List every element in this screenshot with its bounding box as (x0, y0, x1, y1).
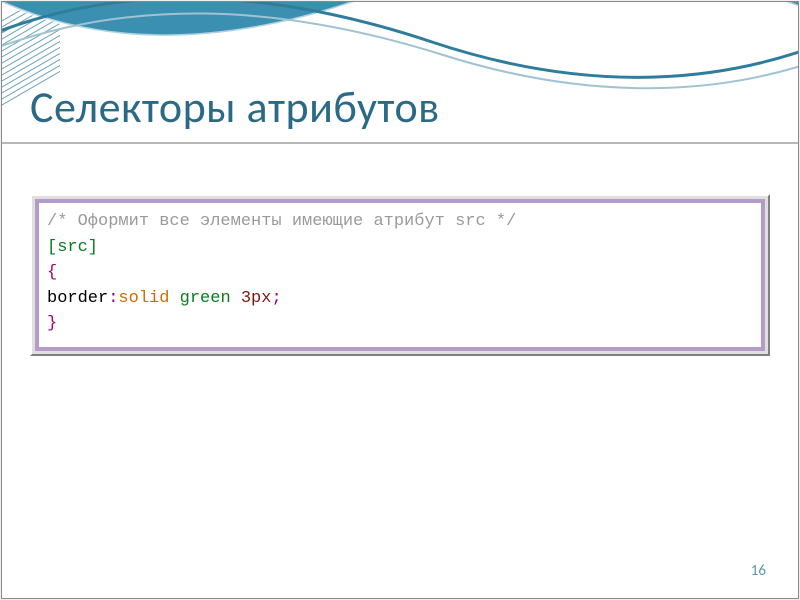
code-property: border (47, 289, 108, 308)
code-comment: /* Оформит все элементы имеющие атрибут … (47, 212, 516, 231)
title-underline (2, 142, 798, 144)
code-value-size: 3px (241, 289, 272, 308)
code-value-color: green (180, 289, 231, 308)
code-brace-close: } (47, 314, 57, 333)
page-number: 16 (751, 562, 766, 580)
code-value-keyword: solid (118, 289, 169, 308)
code-semicolon: ; (271, 289, 281, 308)
slide-title: Селекторы атрибутов (30, 80, 440, 134)
code-colon: : (108, 289, 118, 308)
code-brace-open: { (47, 263, 57, 282)
slide: Селекторы атрибутов /* Оформит все элеме… (1, 1, 799, 599)
code-selector: [src] (47, 238, 98, 257)
code-frame: /* Оформит все элементы имеющие атрибут … (30, 194, 770, 356)
code-block: /* Оформит все элементы имеющие атрибут … (35, 199, 765, 351)
